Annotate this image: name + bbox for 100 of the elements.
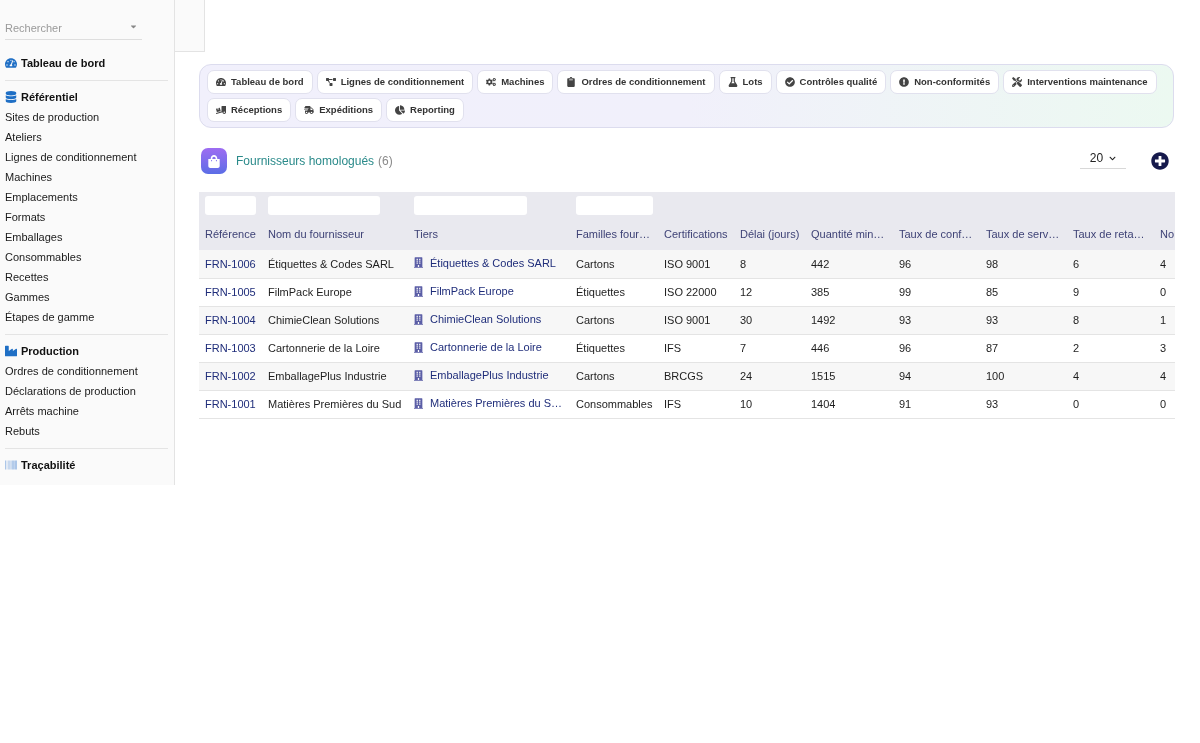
sidebar-item[interactable]: Emballages (5, 227, 63, 247)
shortcut-button[interactable]: Reporting (386, 98, 464, 122)
shortcut-button[interactable]: Contrôles qualité (775, 70, 887, 94)
column-header[interactable]: Taux de conf… (899, 228, 973, 240)
search-field[interactable]: Rechercher (5, 17, 142, 40)
table-cell: 0 (1154, 390, 1175, 418)
shortcut-button[interactable]: Machines (477, 70, 554, 94)
add-icon[interactable] (1151, 152, 1169, 170)
gauge-icon (216, 77, 226, 87)
reference-link[interactable]: FRN-1003 (205, 341, 256, 354)
sidebar-item[interactable]: Gammes (5, 287, 50, 307)
table-cell: Consommables (570, 390, 658, 418)
sidebar-item[interactable]: Lignes de conditionnement (5, 147, 137, 167)
reference-link[interactable]: FRN-1005 (205, 285, 256, 298)
sidebar-item[interactable]: Déclarations de production (5, 381, 136, 401)
shortcut-button[interactable]: Interventions maintenance (1003, 70, 1157, 94)
sidebar-item[interactable]: Ordres de conditionnement (5, 361, 138, 381)
column-header[interactable]: Familles four… (576, 228, 650, 240)
building-icon (414, 341, 423, 353)
shortcut-button[interactable]: Expéditions (295, 98, 383, 122)
column-header[interactable]: Référence (205, 228, 256, 240)
table-cell: IFS (658, 390, 734, 418)
sidebar-item[interactable]: Sites de production (5, 107, 100, 127)
column-header[interactable]: Taux de reta… (1073, 228, 1145, 240)
sidebar-item[interactable]: Ateliers (5, 127, 42, 147)
dropdown-caret-icon (129, 22, 138, 31)
building-icon (414, 257, 423, 269)
column-header[interactable]: Délai (jours) (740, 228, 800, 240)
third-party-link[interactable]: ChimieClean Solutions (430, 310, 542, 328)
table-cell: 8 (734, 250, 805, 278)
building-icon (414, 397, 423, 409)
page-size-select[interactable]: 20 (1080, 148, 1126, 169)
table-cell: 87 (980, 334, 1067, 362)
table-cell: Étiquettes (570, 278, 658, 306)
pie-chart-icon (395, 105, 406, 115)
table-cell: 98 (980, 250, 1067, 278)
table-cell: Cartonnerie de la Loire (262, 334, 408, 362)
database-icon (5, 91, 17, 103)
shortcut-button[interactable]: Réceptions (207, 98, 292, 122)
table-cell: Cartons (570, 250, 658, 278)
table-cell: 2 (1067, 334, 1154, 362)
reference-link[interactable]: FRN-1004 (205, 313, 256, 326)
third-party-link[interactable]: EmballagePlus Industrie (430, 366, 549, 384)
table-cell: 96 (893, 334, 980, 362)
table-cell: 24 (734, 362, 805, 390)
table-cell: 12 (734, 278, 805, 306)
third-party-link[interactable]: FilmPack Europe (430, 282, 514, 300)
sidebar-section-header[interactable]: Production (5, 341, 82, 361)
diagram-icon (325, 77, 336, 87)
table-cell: 96 (893, 250, 980, 278)
sidebar-item[interactable]: Arrêts machine (5, 401, 79, 421)
table-cell: 93 (980, 306, 1067, 334)
table-cell: 30 (734, 306, 805, 334)
sidebar-section-header[interactable]: Tableau de bord (5, 53, 108, 73)
shortcut-button[interactable]: Lots (718, 70, 772, 94)
reference-link[interactable]: FRN-1002 (205, 369, 256, 382)
table-cell: 93 (893, 306, 980, 334)
third-party-link[interactable]: Matières Premières du S… (430, 394, 563, 412)
column-header[interactable]: Taux de serv… (986, 228, 1060, 240)
shortcut-button[interactable]: Lignes de conditionnement (316, 70, 474, 94)
sidebar-item[interactable]: Rebuts (5, 421, 40, 441)
sidebar-section-header[interactable]: Traçabilité (5, 455, 78, 475)
third-party-link[interactable]: Étiquettes & Codes SARL (430, 254, 556, 272)
column-header[interactable]: Tiers (414, 228, 439, 240)
table-cell: 8 (1067, 306, 1154, 334)
third-party-link[interactable]: Cartonnerie de la Loire (430, 338, 542, 356)
column-header[interactable]: Nom du fournisseur (268, 228, 364, 240)
sidebar-section-header[interactable]: Référentiel (5, 87, 80, 107)
truck-icon (304, 105, 315, 115)
table-cell: 3 (1154, 334, 1175, 362)
table-cell: EmballagePlus Industrie (262, 362, 408, 390)
flask-icon (727, 77, 738, 87)
sidebar-item[interactable]: Formats (5, 207, 46, 227)
sidebar-item[interactable]: Étapes de gamme (5, 307, 95, 327)
shortcut-button[interactable]: Non-conformités (890, 70, 1000, 94)
table-cell: ISO 9001 (658, 250, 734, 278)
shortcut-button[interactable]: Tableau de bord (207, 70, 313, 94)
sidebar-item[interactable]: Recettes (5, 267, 49, 287)
sidebar-item[interactable]: Emplacements (5, 187, 78, 207)
reference-link[interactable]: FRN-1006 (205, 257, 256, 270)
record-count: (6) (378, 153, 393, 170)
table-cell: Cartons (570, 362, 658, 390)
column-header[interactable]: Certifications (664, 228, 728, 240)
table-cell: IFS (658, 334, 734, 362)
table-cell: 93 (980, 390, 1067, 418)
sidebar-item[interactable]: Machines (5, 167, 53, 187)
building-icon (414, 369, 423, 381)
chevron-down-icon (1109, 154, 1117, 162)
shortcut-button[interactable]: Ordres de conditionnement (557, 70, 715, 94)
sidebar-item[interactable]: Consommables (5, 247, 82, 267)
table-cell: 10 (734, 390, 805, 418)
column-header[interactable]: No (1160, 228, 1175, 240)
table-cell: 1 (1154, 306, 1175, 334)
factory-icon (5, 345, 17, 357)
table-cell: 385 (805, 278, 893, 306)
reference-link[interactable]: FRN-1001 (205, 397, 256, 410)
gauge-icon (5, 57, 17, 69)
tools-icon (1012, 77, 1023, 87)
table-cell: 91 (893, 390, 980, 418)
column-header[interactable]: Quantité min… (811, 228, 885, 240)
